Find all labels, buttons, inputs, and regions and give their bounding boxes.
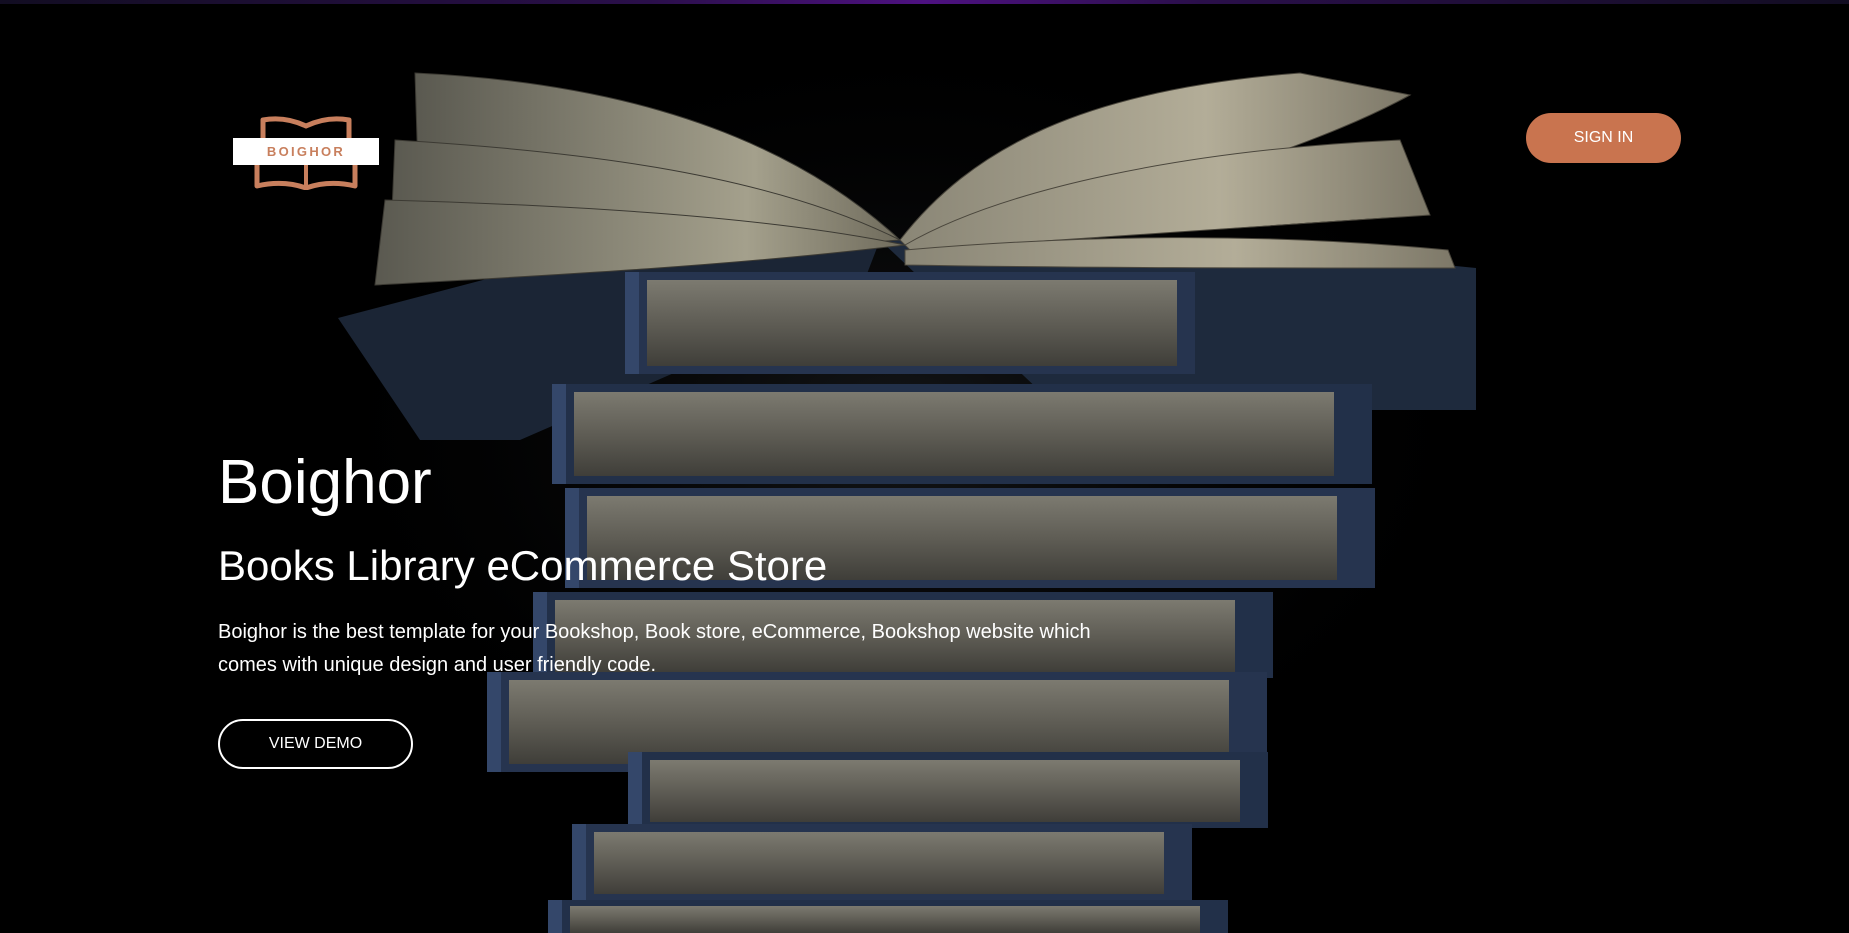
- book-2: [552, 384, 1372, 484]
- brand-logo[interactable]: BOIGHOR: [233, 116, 379, 191]
- logo-text: BOIGHOR: [233, 138, 379, 165]
- book-6: [628, 752, 1268, 828]
- book-8: [548, 900, 1228, 933]
- hero-description: Boighor is the best template for your Bo…: [218, 621, 1091, 676]
- book-7: [572, 824, 1192, 900]
- hero-title: Boighor: [218, 448, 432, 517]
- hero-subtitle: Books Library eCommerce Store: [218, 542, 828, 589]
- site-header: BOIGHOR SIGN IN: [0, 0, 1849, 200]
- view-demo-button[interactable]: VIEW DEMO: [218, 719, 413, 769]
- book-1: [625, 272, 1195, 374]
- sign-in-button[interactable]: SIGN IN: [1526, 113, 1681, 163]
